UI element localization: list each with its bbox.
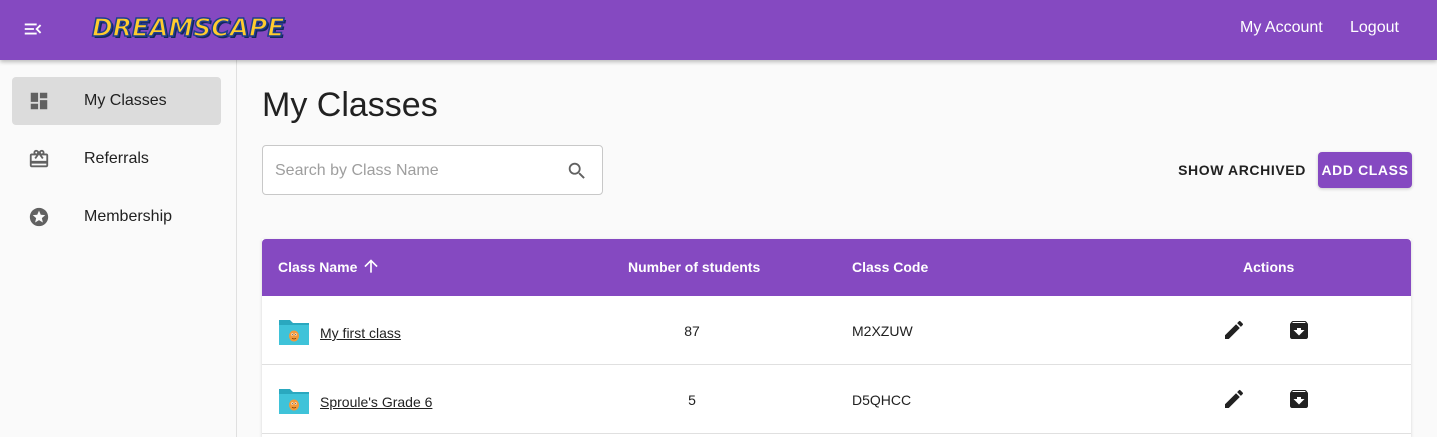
sidebar-item-membership[interactable]: Membership [12, 193, 221, 241]
add-class-button[interactable]: ADD CLASS [1318, 152, 1412, 188]
archive-icon[interactable] [1287, 387, 1311, 411]
logo-text: DREAMSCAPE [91, 12, 285, 43]
card-giftcard-icon [29, 149, 49, 168]
sidebar-item-referrals[interactable]: Referrals [12, 135, 221, 183]
my-account-link[interactable]: My Account [1240, 19, 1323, 37]
table-header: Class Name Number of students Class Code… [262, 239, 1411, 296]
class-code: D5QHCC [852, 392, 912, 408]
table-row: My first class 87 M2XZUW [262, 296, 1411, 365]
edit-icon[interactable] [1222, 387, 1246, 411]
column-header-class-name[interactable]: Class Name [278, 259, 357, 275]
classes-table: Class Name Number of students Class Code… [262, 239, 1411, 437]
logout-link[interactable]: Logout [1350, 19, 1399, 37]
search-input[interactable] [275, 159, 555, 183]
column-header-class-code: Class Code [852, 259, 929, 275]
menu-open-icon[interactable] [22, 18, 44, 40]
search-icon[interactable] [566, 160, 588, 182]
dashboard-icon [30, 92, 48, 110]
arrow-up-icon[interactable] [361, 256, 381, 276]
column-header-number-of-students: Number of students [628, 259, 761, 275]
search-field[interactable] [262, 145, 603, 195]
stars-icon [29, 207, 49, 227]
student-count: 87 [684, 323, 700, 339]
student-count: 5 [688, 392, 696, 408]
sidebar-item-label: My Classes [84, 92, 167, 109]
sidebar-item-my-classes[interactable]: My Classes [12, 77, 221, 125]
sidebar-item-label: Membership [84, 208, 173, 225]
class-name-link[interactable]: My first class [320, 325, 401, 341]
class-code: M2XZUW [852, 323, 913, 339]
table-row: Sproule's Grade 6 5 D5QHCC [262, 365, 1411, 434]
edit-icon[interactable] [1222, 318, 1246, 342]
sidebar-item-label: Referrals [84, 150, 149, 167]
dreamscape-logo[interactable]: DREAMSCAPE [91, 8, 285, 48]
folder-icon [279, 389, 309, 414]
sidebar: My Classes Referrals Membership [0, 60, 237, 437]
archive-icon[interactable] [1287, 318, 1311, 342]
page-title: My Classes [262, 86, 438, 124]
class-name-link[interactable]: Sproule's Grade 6 [320, 394, 432, 410]
column-header-actions: Actions [1243, 259, 1295, 275]
show-archived-button[interactable]: SHOW ARCHIVED [1176, 152, 1308, 188]
folder-icon [279, 320, 309, 345]
app-bar: DREAMSCAPE My Account Logout [0, 0, 1437, 60]
